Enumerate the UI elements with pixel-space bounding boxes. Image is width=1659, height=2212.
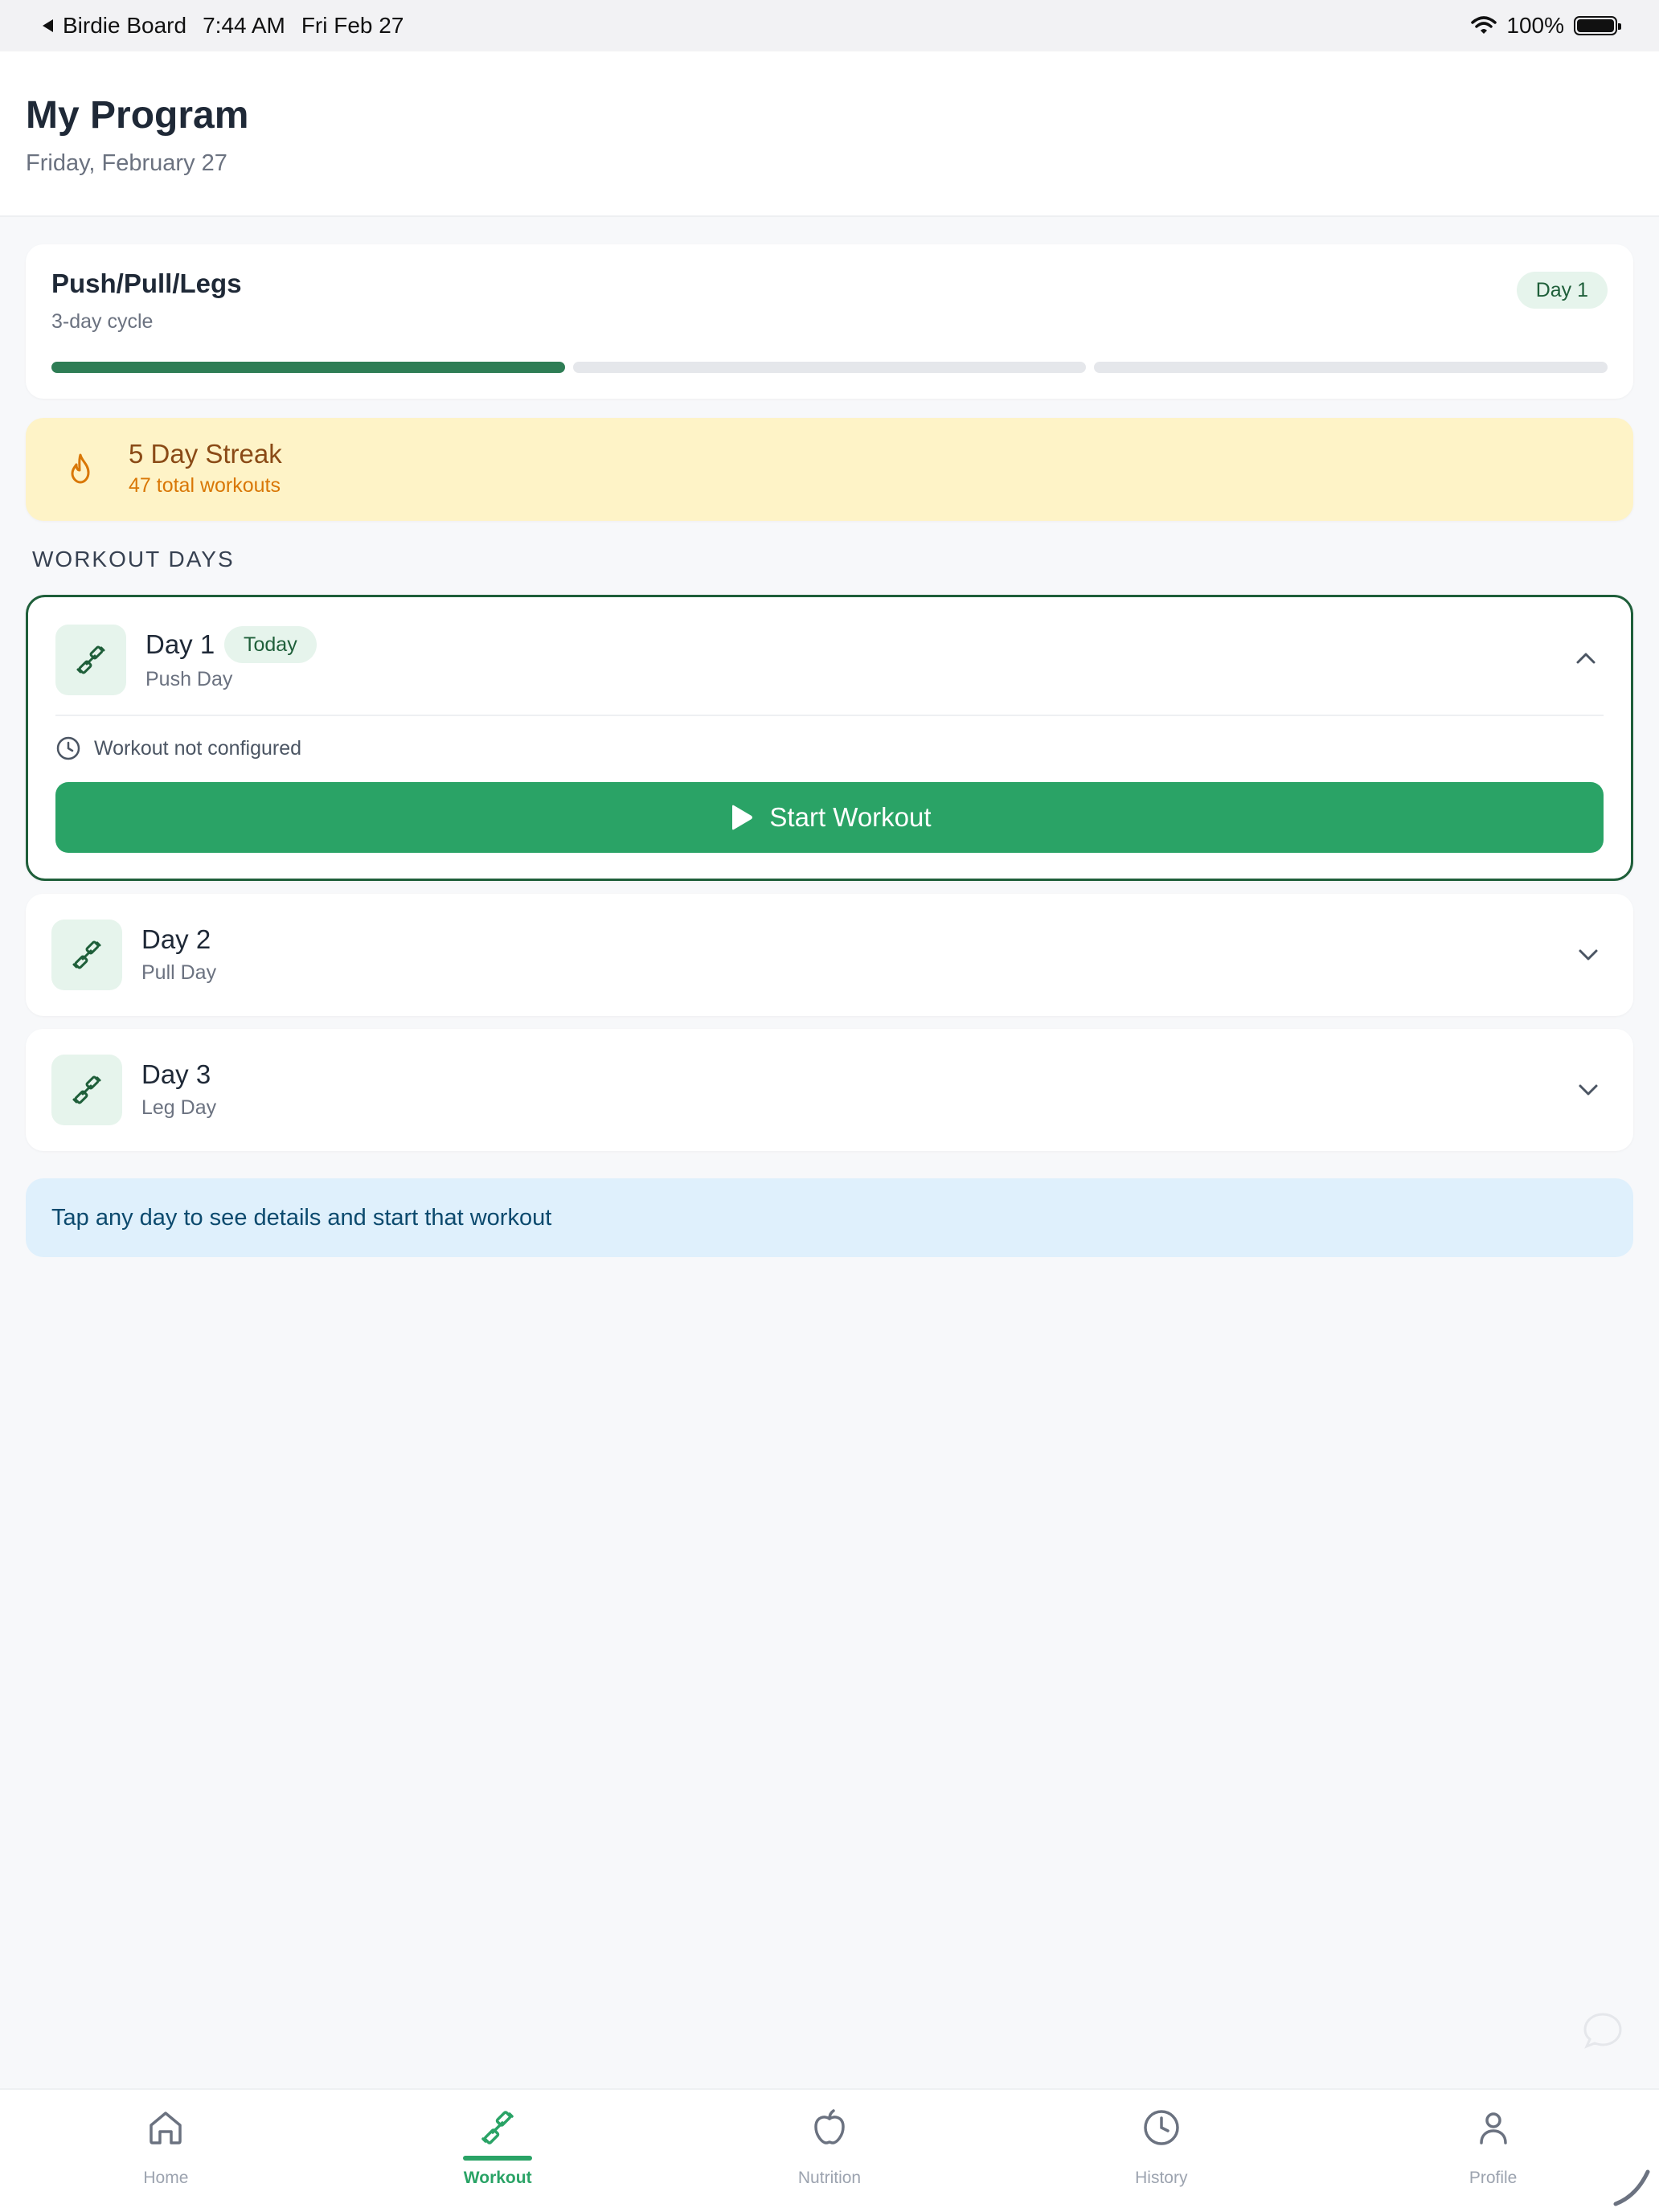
day-title: Day 1 xyxy=(145,629,215,659)
day-card-1[interactable]: Day 1 Today Push Day Workout not configu… xyxy=(26,595,1633,881)
program-cycle: 3-day cycle xyxy=(51,310,154,333)
page-title: My Program xyxy=(26,94,249,137)
progress-segment xyxy=(1094,362,1608,373)
today-badge: Today xyxy=(224,626,317,663)
tab-workout-label: Workout xyxy=(463,2169,532,2187)
clock-icon xyxy=(1144,2110,1179,2145)
progress-segment xyxy=(51,362,565,373)
day-icon-box xyxy=(55,625,126,695)
wifi-icon xyxy=(1471,16,1497,34)
battery-icon xyxy=(1574,16,1621,35)
divider xyxy=(55,715,1604,716)
day-subtitle: Push Day xyxy=(145,668,233,690)
dumbbell-icon xyxy=(481,2111,514,2144)
status-time: 7:44 AM xyxy=(203,13,285,38)
back-app-label: Birdie Board xyxy=(63,13,187,38)
day-icon-box xyxy=(51,920,122,990)
status-left: Birdie Board 7:44 AM Fri Feb 27 xyxy=(40,13,403,39)
tab-profile-label: Profile xyxy=(1469,2169,1518,2187)
info-tip-text: Tap any day to see details and start tha… xyxy=(51,1204,552,1231)
chevron-down-icon[interactable] xyxy=(1574,1075,1603,1104)
program-card: Push/Pull/Legs 3-day cycle Day 1 xyxy=(26,244,1633,399)
day-card-3[interactable]: Day 3 Leg Day xyxy=(26,1029,1633,1151)
streak-subtitle: 47 total workouts xyxy=(129,474,281,497)
tab-workout[interactable]: Workout xyxy=(332,2090,664,2212)
status-date: Fri Feb 27 xyxy=(301,13,404,38)
status-right: 100% xyxy=(1471,13,1621,39)
page-date: Friday, February 27 xyxy=(26,150,227,176)
tab-profile[interactable]: Profile xyxy=(1327,2090,1659,2212)
tab-nutrition-label: Nutrition xyxy=(797,2169,862,2187)
progress-segment xyxy=(572,362,1087,373)
start-workout-button[interactable]: Start Workout xyxy=(55,782,1604,853)
flame-icon xyxy=(71,453,90,484)
back-triangle-icon xyxy=(43,19,53,32)
cycle-progress-bar xyxy=(51,362,1608,373)
workout-status-text: Workout not configured xyxy=(94,736,302,760)
tab-home-label: Home xyxy=(143,2169,189,2187)
day-icon-box xyxy=(51,1055,122,1125)
apple-icon xyxy=(814,2109,845,2144)
day-title: Day 3 xyxy=(141,1059,211,1089)
current-day-badge: Day 1 xyxy=(1516,272,1608,309)
active-tab-indicator xyxy=(463,2156,533,2161)
tab-history-label: History xyxy=(1135,2169,1188,2187)
streak-title: 5 Day Streak xyxy=(129,439,282,469)
info-tip: Tap any day to see details and start tha… xyxy=(26,1178,1633,1257)
day-title: Day 2 xyxy=(141,924,211,954)
tab-home[interactable]: Home xyxy=(0,2090,332,2212)
day-subtitle: Leg Day xyxy=(141,1096,217,1119)
battery-percent: 100% xyxy=(1506,13,1564,38)
chevron-down-icon[interactable] xyxy=(1574,940,1603,969)
start-workout-label: Start Workout xyxy=(769,802,932,832)
day-subtitle: Pull Day xyxy=(141,961,217,984)
person-icon xyxy=(1479,2112,1507,2144)
tab-nutrition[interactable]: Nutrition xyxy=(664,2090,996,2212)
program-name: Push/Pull/Legs xyxy=(51,268,242,298)
home-icon xyxy=(150,2112,182,2144)
tab-history[interactable]: History xyxy=(995,2090,1327,2212)
section-label-workout-days: WORKOUT DAYS xyxy=(32,547,235,571)
dumbbell-icon xyxy=(72,940,101,969)
status-bar: Birdie Board 7:44 AM Fri Feb 27 100% xyxy=(0,0,1659,51)
page-header: My Program Friday, February 27 xyxy=(0,51,1659,217)
day-card-2[interactable]: Day 2 Pull Day xyxy=(26,894,1633,1016)
resize-handle-icon xyxy=(1613,2169,1650,2206)
bottom-tab-bar: Home Workout Nutrition History Profile xyxy=(0,2088,1659,2212)
dumbbell-icon xyxy=(76,645,105,674)
back-to-app-button[interactable]: Birdie Board xyxy=(40,13,186,39)
play-icon xyxy=(732,805,753,830)
workout-status-row: Workout not configured xyxy=(55,735,301,761)
dumbbell-icon xyxy=(72,1075,101,1104)
chat-bubble-icon[interactable] xyxy=(1580,2008,1625,2053)
clock-icon xyxy=(56,736,80,760)
streak-card: 5 Day Streak 47 total workouts xyxy=(26,418,1633,521)
chevron-up-icon[interactable] xyxy=(1571,644,1600,673)
